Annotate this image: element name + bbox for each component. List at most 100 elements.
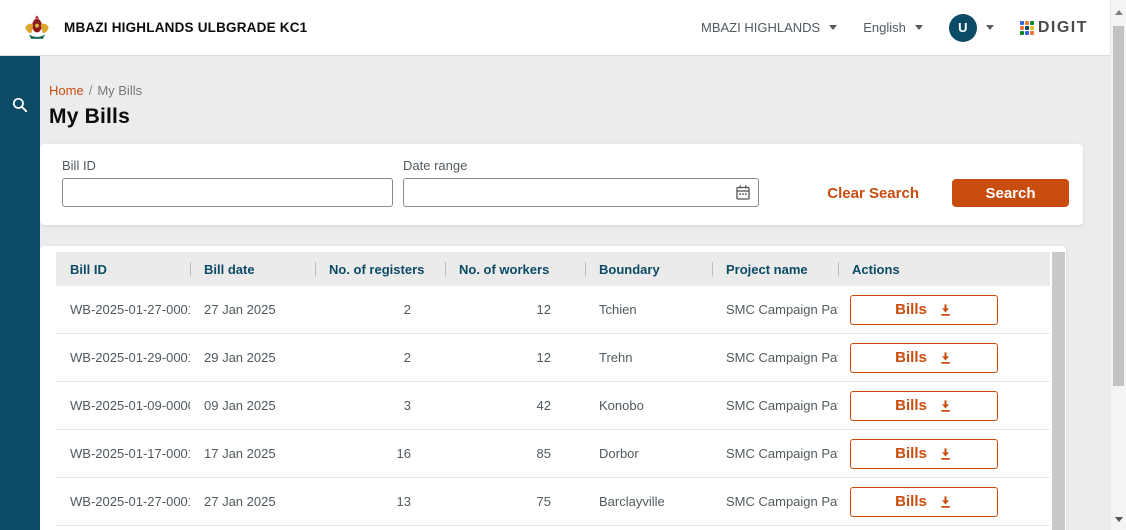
column-header-registers: No. of registers — [315, 262, 445, 277]
cell-boundary: Barclayville — [585, 494, 712, 509]
breadcrumb: Home/My Bills — [49, 83, 1110, 98]
bills-download-button[interactable]: Bills — [850, 391, 998, 421]
table-row: WB-2025-01-27-000108 27 Jan 2025 13 75 B… — [56, 478, 1050, 526]
bills-download-button[interactable]: Bills — [850, 439, 998, 469]
cell-bill-id: WB-2025-01-29-000123 — [56, 350, 190, 365]
table-scrollbar[interactable] — [1052, 252, 1065, 530]
city-selector-label: MBAZI HIGHLANDS — [701, 20, 820, 35]
date-range-field-group: Date range — [403, 158, 759, 207]
digit-logo-dots-icon — [1020, 21, 1034, 35]
table-body: WB-2025-01-27-000118 27 Jan 2025 2 12 Tc… — [56, 286, 1050, 526]
chevron-down-icon — [986, 25, 994, 30]
digit-logo: DIGIT — [1020, 19, 1088, 37]
bills-download-button[interactable]: Bills — [850, 487, 998, 517]
date-range-input-wrap — [403, 178, 759, 207]
table-header: Bill ID Bill date No. of registers No. o… — [56, 252, 1050, 286]
cell-bill-id: WB-2025-01-27-000118 — [56, 302, 190, 317]
cell-bill-date: 17 Jan 2025 — [190, 446, 315, 461]
cell-boundary: Dorbor — [585, 446, 712, 461]
date-range-input[interactable] — [403, 178, 759, 207]
bills-table-card: Bill ID Bill date No. of registers No. o… — [40, 246, 1066, 530]
bill-id-label: Bill ID — [62, 158, 393, 173]
header-left: MBAZI HIGHLANDS ULBGRADE KC1 — [22, 14, 307, 41]
cell-boundary: Trehn — [585, 350, 712, 365]
search-actions: Clear Search Search — [827, 179, 1069, 207]
cell-workers: 42 — [445, 398, 585, 413]
cell-registers: 3 — [315, 398, 445, 413]
sidebar — [0, 56, 40, 530]
cell-bill-id: WB-2025-01-27-000108 — [56, 494, 190, 509]
city-selector[interactable]: MBAZI HIGHLANDS — [701, 20, 837, 35]
bills-download-button[interactable]: Bills — [850, 295, 998, 325]
top-bar: MBAZI HIGHLANDS ULBGRADE KC1 MBAZI HIGHL… — [0, 0, 1110, 56]
search-button[interactable]: Search — [952, 179, 1069, 207]
cell-bill-date: 29 Jan 2025 — [190, 350, 315, 365]
cell-bill-date: 27 Jan 2025 — [190, 302, 315, 317]
scrollbar-up-icon[interactable] — [1115, 10, 1123, 15]
clear-search-button[interactable]: Clear Search — [827, 185, 919, 202]
cell-boundary: Konobo — [585, 398, 712, 413]
bills-button-label: Bills — [895, 397, 927, 414]
cell-project-name: SMC Campaign Paym... — [712, 302, 838, 317]
cell-project-name: SMC Campaign Paym... — [712, 398, 838, 413]
cell-workers: 85 — [445, 446, 585, 461]
chevron-down-icon — [829, 25, 837, 30]
breadcrumb-current: My Bills — [97, 83, 142, 98]
download-icon — [938, 303, 953, 317]
column-header-bill-date: Bill date — [190, 262, 315, 277]
breadcrumb-home-link[interactable]: Home — [49, 83, 84, 98]
table-row: WB-2025-01-27-000118 27 Jan 2025 2 12 Tc… — [56, 286, 1050, 334]
page-scrollbar-thumb[interactable] — [1113, 26, 1124, 386]
column-header-bill-id: Bill ID — [56, 262, 190, 277]
page-title: My Bills — [49, 105, 1110, 129]
search-icon[interactable] — [11, 96, 29, 114]
bills-button-label: Bills — [895, 445, 927, 462]
bill-id-input[interactable] — [62, 178, 393, 207]
cell-actions: Bills — [838, 439, 1050, 469]
column-header-actions: Actions — [838, 262, 1050, 277]
bills-button-label: Bills — [895, 349, 927, 366]
cell-actions: Bills — [838, 295, 1050, 325]
header-right: MBAZI HIGHLANDS English U DIGIT — [701, 14, 1088, 42]
bills-download-button[interactable]: Bills — [850, 343, 998, 373]
cell-workers: 12 — [445, 350, 585, 365]
download-icon — [938, 351, 953, 365]
cell-registers: 16 — [315, 446, 445, 461]
cell-bill-id: WB-2025-01-17-000102 — [56, 446, 190, 461]
cell-project-name: SMC Campaign Paym... — [712, 350, 838, 365]
bills-button-label: Bills — [895, 493, 927, 510]
cell-bill-date: 27 Jan 2025 — [190, 494, 315, 509]
scrollbar-down-icon[interactable] — [1115, 517, 1123, 522]
bill-id-field-group: Bill ID — [62, 158, 393, 207]
chevron-down-icon — [915, 25, 923, 30]
download-icon — [938, 495, 953, 509]
cell-boundary: Tchien — [585, 302, 712, 317]
table-row: WB-2025-01-09-000073 09 Jan 2025 3 42 Ko… — [56, 382, 1050, 430]
search-panel: Bill ID Date range — [40, 144, 1083, 225]
download-icon — [938, 399, 953, 413]
cell-bill-date: 09 Jan 2025 — [190, 398, 315, 413]
cell-actions: Bills — [838, 487, 1050, 517]
cell-project-name: SMC Campaign Paym... — [712, 446, 838, 461]
avatar[interactable]: U — [949, 14, 977, 42]
page-scrollbar[interactable] — [1110, 0, 1126, 530]
government-emblem-logo — [22, 14, 52, 41]
cell-actions: Bills — [838, 343, 1050, 373]
date-range-label: Date range — [403, 158, 759, 173]
language-selector-label: English — [863, 20, 906, 35]
cell-registers: 2 — [315, 350, 445, 365]
language-selector[interactable]: English — [863, 20, 923, 35]
calendar-icon[interactable] — [735, 184, 751, 201]
app-title: MBAZI HIGHLANDS ULBGRADE KC1 — [64, 20, 307, 35]
cell-actions: Bills — [838, 391, 1050, 421]
column-header-boundary: Boundary — [585, 262, 712, 277]
table-row: WB-2025-01-17-000102 17 Jan 2025 16 85 D… — [56, 430, 1050, 478]
bills-button-label: Bills — [895, 301, 927, 318]
column-header-project-name: Project name — [712, 262, 838, 277]
cell-registers: 2 — [315, 302, 445, 317]
cell-project-name: SMC Campaign Paym... — [712, 494, 838, 509]
user-menu[interactable]: U — [949, 14, 994, 42]
digit-logo-text: DIGIT — [1038, 19, 1088, 37]
download-icon — [938, 447, 953, 461]
column-header-workers: No. of workers — [445, 262, 585, 277]
